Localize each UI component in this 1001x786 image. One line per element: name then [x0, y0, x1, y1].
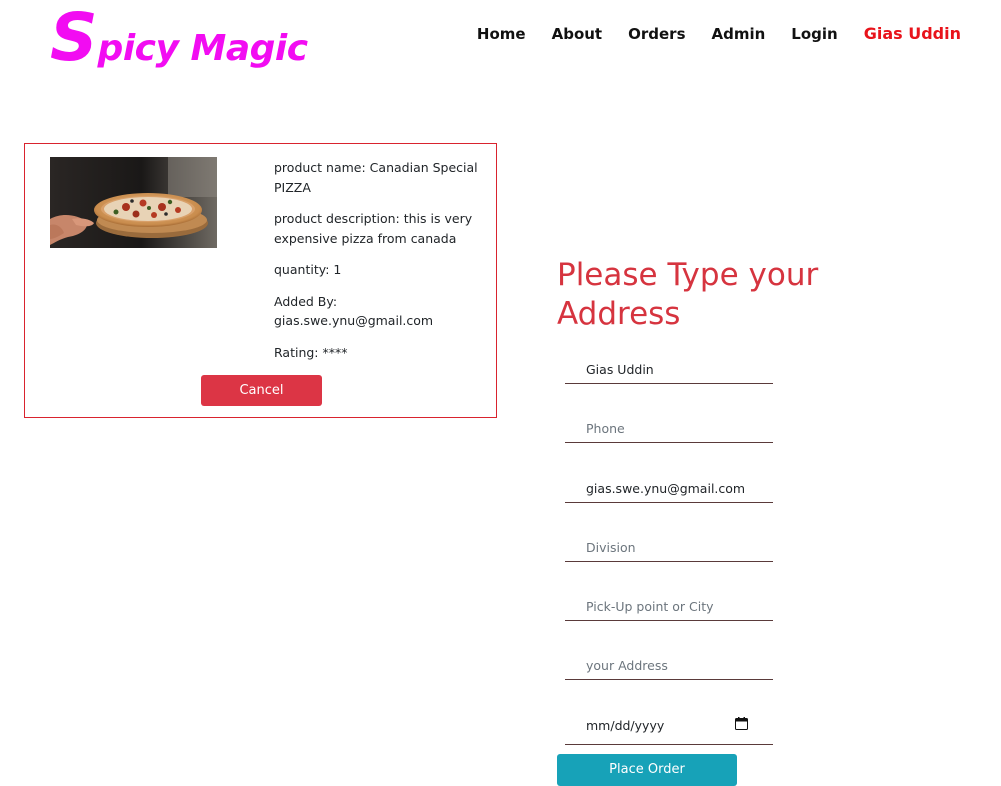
address-field[interactable]	[565, 652, 773, 680]
logo-initial: S	[50, 0, 98, 76]
product-image	[50, 157, 217, 248]
email-field[interactable]	[565, 475, 773, 503]
nav-home[interactable]: Home	[464, 25, 539, 43]
brand-logo[interactable]: S picy Magic	[50, 0, 308, 80]
name-field[interactable]	[565, 356, 773, 384]
phone-field[interactable]	[565, 415, 773, 443]
product-description: product description: this is very expens…	[274, 211, 473, 246]
division-field[interactable]	[565, 534, 773, 562]
place-order-button[interactable]: Place Order	[557, 754, 737, 786]
nav-orders[interactable]: Orders	[615, 25, 698, 43]
product-rating: Rating: ****	[274, 344, 348, 360]
order-card: product name: Canadian Special PIZZA pro…	[24, 143, 497, 418]
nav-login[interactable]: Login	[778, 25, 850, 43]
product-quantity: quantity: 1	[274, 262, 342, 277]
product-name: product name: Canadian Special PIZZA	[274, 160, 478, 195]
calendar-icon[interactable]	[735, 717, 748, 730]
address-form-title: Please Type your Address	[557, 257, 819, 332]
nav-user-name: Gias Uddin	[863, 24, 961, 43]
product-details: product name: Canadian Special PIZZA pro…	[274, 158, 484, 374]
product-added-by: Added By: gias.swe.ynu@gmail.com	[274, 293, 434, 329]
cancel-button[interactable]: Cancel	[201, 375, 322, 406]
city-field[interactable]	[565, 593, 773, 621]
nav-about[interactable]: About	[539, 25, 616, 43]
logo-text: picy Magic	[97, 28, 309, 69]
main-nav: Home About Orders Admin Login Gias Uddin	[464, 24, 961, 43]
date-field[interactable]: mm/dd/yyyy	[565, 711, 773, 745]
nav-admin[interactable]: Admin	[699, 25, 779, 43]
date-placeholder: mm/dd/yyyy	[586, 718, 665, 733]
